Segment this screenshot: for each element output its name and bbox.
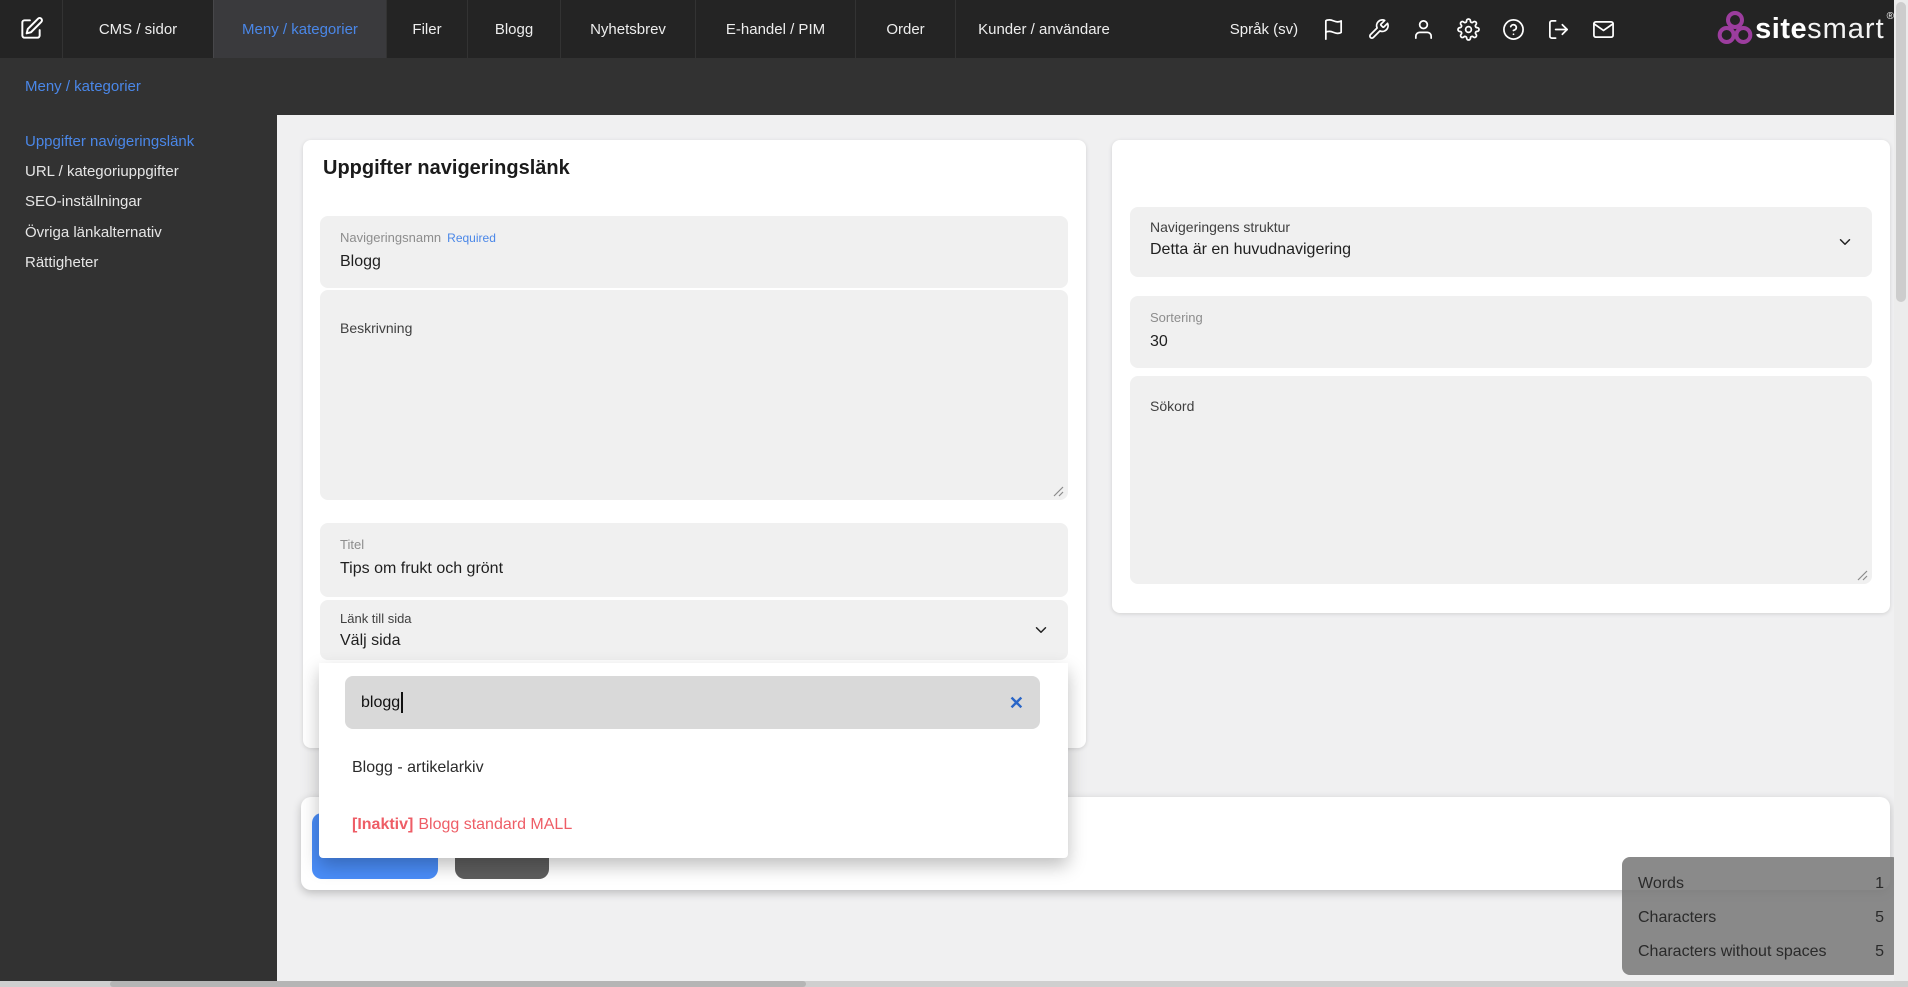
text-cursor bbox=[401, 692, 403, 713]
counter-value: 1 bbox=[1875, 875, 1884, 892]
sidebar-item-seo-installningar[interactable]: SEO-inställningar bbox=[0, 187, 277, 217]
link-page-select[interactable]: Länk till sida Välj sida bbox=[320, 600, 1068, 660]
breadcrumb[interactable]: Meny / kategorier bbox=[25, 78, 141, 95]
counter-label: Words bbox=[1638, 875, 1684, 892]
counter-label: Characters bbox=[1638, 909, 1717, 926]
nav-structure-value: Detta är en huvudnavigering bbox=[1150, 241, 1352, 258]
horizontal-scrollbar-thumb[interactable] bbox=[110, 981, 806, 987]
nav-link-details-card: Uppgifter navigeringslänk Navigeringsnam… bbox=[303, 140, 1086, 748]
gear-icon[interactable] bbox=[1457, 17, 1481, 41]
nav-structure-card: Navigeringens struktur Detta är en huvud… bbox=[1112, 140, 1890, 613]
tab-filer[interactable]: Filer bbox=[386, 0, 467, 58]
chevron-down-icon bbox=[1836, 233, 1854, 251]
tab-meny-kategorier[interactable]: Meny / kategorier bbox=[213, 0, 386, 58]
inactive-prefix: [Inaktiv] bbox=[352, 816, 414, 833]
counter-row-characters: Characters 5 bbox=[1638, 901, 1884, 935]
sidebar-item-uppgifter-navigeringslank[interactable]: Uppgifter navigeringslänk bbox=[0, 126, 277, 156]
user-icon[interactable] bbox=[1412, 18, 1435, 41]
title-field[interactable]: Titel Tips om frukt och grönt bbox=[320, 523, 1068, 597]
horizontal-scrollbar[interactable] bbox=[0, 981, 1908, 987]
flag-icon[interactable] bbox=[1322, 18, 1345, 41]
word-counter-overlay: Words 1 Characters 5 Characters without … bbox=[1622, 857, 1900, 975]
nav-structure-select[interactable]: Navigeringens struktur Detta är en huvud… bbox=[1130, 207, 1872, 277]
nav-name-field[interactable]: Navigeringsnamn Required Blogg bbox=[320, 216, 1068, 288]
keywords-textarea[interactable]: Sökord bbox=[1130, 376, 1872, 584]
keywords-label: Sökord bbox=[1150, 398, 1195, 414]
resize-handle-icon[interactable] bbox=[1052, 484, 1064, 497]
chevron-down-icon bbox=[1032, 621, 1050, 639]
vertical-scrollbar[interactable] bbox=[1894, 0, 1908, 987]
link-page-label: Länk till sida bbox=[340, 611, 412, 626]
page-title: Uppgifter navigeringslänk bbox=[323, 157, 570, 179]
inactive-option-text: Blogg standard MALL bbox=[418, 816, 573, 833]
logo-registered-mark: ® bbox=[1886, 11, 1894, 22]
app-window: CMS / sidor Meny / kategorier Filer Blog… bbox=[0, 0, 1908, 987]
sorting-field[interactable]: Sortering 30 bbox=[1130, 296, 1872, 368]
dropdown-option-blogg-artikelarkiv[interactable]: Blogg - artikelarkiv bbox=[352, 759, 484, 777]
sitesmart-logo: site smart ® bbox=[1715, 7, 1894, 51]
sorting-value: 30 bbox=[1150, 333, 1168, 350]
counter-row-words: Words 1 bbox=[1638, 867, 1884, 901]
dropdown-option-inaktiv-blogg-standard-mall[interactable]: [Inaktiv] Blogg standard MALL bbox=[352, 816, 572, 834]
counter-value: 5 bbox=[1875, 943, 1884, 960]
nav-structure-label: Navigeringens struktur bbox=[1150, 219, 1291, 235]
nav-name-value: Blogg bbox=[340, 253, 381, 270]
title-value: Tips om frukt och grönt bbox=[340, 560, 504, 577]
page-picker-dropdown: blogg ✕ Blogg - artikelarkiv [Inaktiv] Bl… bbox=[319, 663, 1068, 858]
tab-nyhetsbrev[interactable]: Nyhetsbrev bbox=[560, 0, 695, 58]
counter-row-characters-no-spaces: Characters without spaces 5 bbox=[1638, 935, 1884, 969]
required-badge: Required bbox=[447, 231, 496, 245]
sidebar-item-ovriga-lankalternativ[interactable]: Övriga länkalternativ bbox=[0, 217, 277, 247]
nav-name-label: Navigeringsnamn bbox=[340, 230, 442, 245]
mail-icon[interactable] bbox=[1592, 18, 1615, 41]
vertical-scrollbar-thumb[interactable] bbox=[1896, 2, 1906, 302]
description-textarea[interactable]: Beskrivning bbox=[320, 290, 1068, 500]
page-search-input[interactable]: blogg ✕ bbox=[345, 676, 1040, 729]
language-label: Språk (sv) bbox=[1229, 20, 1299, 38]
tab-cms-sidor[interactable]: CMS / sidor bbox=[62, 0, 213, 58]
edit-icon[interactable] bbox=[0, 0, 62, 58]
tab-blogg[interactable]: Blogg bbox=[467, 0, 560, 58]
help-icon[interactable] bbox=[1502, 18, 1525, 41]
tab-kunder-anvandare[interactable]: Kunder / användare bbox=[955, 0, 1132, 58]
top-nav: CMS / sidor Meny / kategorier Filer Blog… bbox=[0, 0, 1908, 58]
title-label: Titel bbox=[340, 537, 365, 552]
counter-value: 5 bbox=[1875, 909, 1884, 926]
sidebar-item-url-kategoriuppgifter[interactable]: URL / kategoriuppgifter bbox=[0, 156, 277, 186]
wrench-icon[interactable] bbox=[1367, 18, 1390, 41]
counter-label: Characters without spaces bbox=[1638, 943, 1827, 960]
description-label: Beskrivning bbox=[340, 320, 413, 336]
breadcrumb-bar: Meny / kategorier bbox=[0, 58, 1908, 115]
sidebar: Uppgifter navigeringslänk URL / kategori… bbox=[0, 115, 277, 982]
clear-search-icon[interactable]: ✕ bbox=[1009, 694, 1024, 712]
logo-text-site: site bbox=[1755, 13, 1808, 45]
tab-ehandel-pim[interactable]: E-handel / PIM bbox=[695, 0, 855, 58]
logout-icon[interactable] bbox=[1547, 18, 1570, 41]
header-actions: Språk (sv) site smart ® bbox=[1230, 0, 1894, 58]
resize-handle-icon[interactable] bbox=[1856, 568, 1868, 581]
search-text: blogg bbox=[361, 693, 401, 711]
sidebar-item-rattigheter[interactable]: Rättigheter bbox=[0, 248, 277, 278]
sidebar-menu: Uppgifter navigeringslänk URL / kategori… bbox=[0, 115, 277, 278]
sorting-label: Sortering bbox=[1150, 310, 1203, 325]
logo-trefoil-icon bbox=[1717, 11, 1753, 45]
tab-order[interactable]: Order bbox=[855, 0, 955, 58]
logo-text-smart: smart bbox=[1807, 13, 1885, 45]
link-page-value: Välj sida bbox=[340, 632, 401, 649]
